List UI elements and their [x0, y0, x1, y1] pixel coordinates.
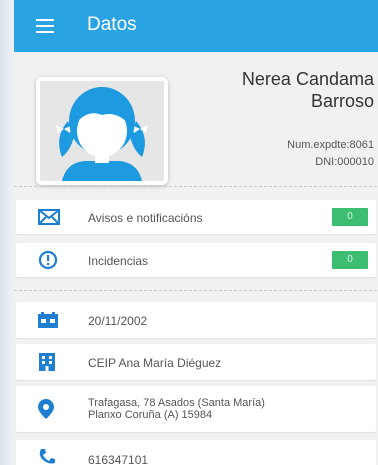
app-screen: Datos Nerea Candama Barroso Num.expdte:8… — [14, 0, 378, 465]
phone-value: 616347101 — [88, 453, 149, 465]
school-value: CEIP Ana María Diéguez — [88, 356, 222, 370]
birthdate-row: 20/11/2002 — [16, 302, 376, 338]
dni-number: DNI:000010 — [315, 156, 374, 168]
school-row: CEIP Ana María Diéguez — [16, 344, 376, 380]
phone-frame: Datos Nerea Candama Barroso Num.expdte:8… — [14, 0, 378, 465]
address-value: Trafagasa, 78 Asados (Santa María) Planx… — [88, 397, 265, 421]
divider — [14, 186, 378, 187]
birthdate-value: 20/11/2002 — [88, 314, 148, 328]
address-row: Trafagasa, 78 Asados (Santa María) Planx… — [16, 386, 376, 432]
notifications-count-badge: 0 — [332, 208, 368, 226]
profile-section: Nerea Candama Barroso Num.expdte:8061 DN… — [14, 52, 378, 185]
location-pin-icon — [38, 399, 54, 424]
file-number: Num.expdte:8061 — [287, 139, 374, 151]
student-name-line2: Barroso — [310, 91, 374, 111]
student-name: Nerea Candama Barroso — [242, 68, 374, 112]
envelope-icon — [38, 209, 60, 230]
phone-icon — [38, 448, 58, 465]
incidents-row[interactable]: Incidencias 0 — [16, 243, 376, 277]
incidents-label: Incidencias — [88, 254, 149, 268]
incidents-count-badge: 0 — [332, 251, 368, 269]
page-title: Datos — [87, 14, 137, 35]
building-icon — [38, 353, 56, 376]
girl-avatar-icon — [40, 81, 164, 181]
phone-row[interactable]: 616347101 — [16, 440, 376, 465]
alert-circle-icon — [38, 250, 58, 275]
notifications-row[interactable]: Avisos e notificacións 0 — [16, 200, 376, 234]
address-line2: Planxo Coruña (A) 15984 — [88, 409, 213, 421]
background-left — [0, 0, 14, 465]
student-name-line1: Nerea Candama — [241, 69, 374, 89]
calendar-icon — [38, 312, 58, 333]
notifications-label: Avisos e notificacións — [88, 211, 203, 225]
divider — [14, 290, 378, 291]
address-line1: Trafagasa, 78 Asados (Santa María) — [88, 397, 265, 409]
app-bar: Datos — [14, 0, 378, 52]
menu-icon[interactable] — [36, 19, 54, 33]
avatar — [36, 77, 168, 185]
